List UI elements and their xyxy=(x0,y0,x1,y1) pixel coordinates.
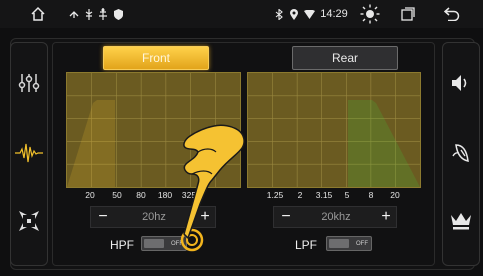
usb-icon xyxy=(66,0,82,28)
lpf-tick: 5 xyxy=(344,190,350,200)
lpf-toggle[interactable]: OFF xyxy=(326,236,372,251)
hpf-tick: 80 xyxy=(136,190,146,200)
usb-icon xyxy=(96,0,110,28)
hpf-decrease-button[interactable]: − xyxy=(91,207,115,227)
lpf-tick: 3.15 xyxy=(315,190,333,200)
status-bar: 14:29 xyxy=(0,0,483,28)
hpf-tick: 180 xyxy=(157,190,173,200)
location-icon xyxy=(288,0,300,28)
brightness-icon[interactable] xyxy=(358,0,382,28)
lpf-decrease-button[interactable]: − xyxy=(274,207,298,227)
lpf-tick: 8 xyxy=(368,190,374,200)
lpf-label: LPF xyxy=(295,238,318,252)
bluetooth-icon xyxy=(273,0,285,28)
home-icon[interactable] xyxy=(26,0,50,28)
waveform-icon[interactable] xyxy=(11,135,47,171)
back-icon[interactable] xyxy=(442,0,462,28)
hpf-curve-line-area xyxy=(67,100,115,187)
lpf-tick: 1.25 xyxy=(266,190,284,200)
sound-effect-icon[interactable] xyxy=(443,135,479,171)
hpf-tick: 20 xyxy=(85,190,95,200)
hpf-tick: 50 xyxy=(112,190,122,200)
lpf-switch-state: OFF xyxy=(356,240,368,247)
switch-grip xyxy=(329,239,349,248)
status-time: 14:29 xyxy=(320,8,348,20)
tab-front[interactable]: Front xyxy=(103,46,209,70)
crown-icon[interactable] xyxy=(443,203,479,239)
equalizer-sliders-icon[interactable] xyxy=(11,65,47,101)
switch-grip xyxy=(144,239,164,248)
pointer-hand-icon xyxy=(180,124,245,252)
lpf-tick: 2 xyxy=(297,190,303,200)
lpf-curve-line-area xyxy=(348,100,420,187)
shield-icon xyxy=(111,0,125,28)
balance-arrows-icon[interactable] xyxy=(11,203,47,239)
lpf-stepper: − 20khz + xyxy=(273,206,397,228)
wifi-icon xyxy=(302,0,316,28)
lpf-tick-labels: 1.25 2 3.15 5 8 20 xyxy=(247,190,421,204)
lpf-graph[interactable] xyxy=(247,72,421,188)
left-sidebar xyxy=(10,42,48,266)
usb-icon xyxy=(82,0,96,28)
recent-apps-icon[interactable] xyxy=(398,0,418,28)
lpf-increase-button[interactable]: + xyxy=(374,207,398,227)
lpf-tick: 20 xyxy=(390,190,400,200)
right-sidebar xyxy=(442,42,480,266)
lpf-value: 20khz xyxy=(321,211,351,223)
hpf-label: HPF xyxy=(110,238,134,252)
lpf-curve xyxy=(248,73,420,187)
speaker-icon[interactable] xyxy=(443,65,479,101)
tab-rear[interactable]: Rear xyxy=(292,46,398,70)
